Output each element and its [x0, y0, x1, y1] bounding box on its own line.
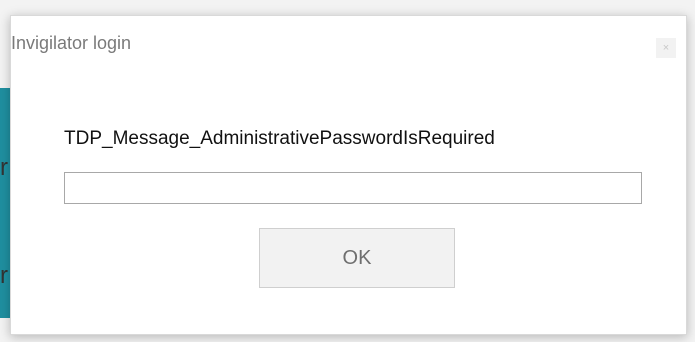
background-text-fragment: r: [0, 262, 8, 289]
close-icon: ×: [662, 42, 670, 54]
close-button[interactable]: ×: [656, 38, 676, 58]
dialog-title-bar[interactable]: Invigilator login ×: [11, 16, 686, 71]
dialog-message: TDP_Message_AdministrativePasswordIsRequ…: [64, 128, 495, 149]
background-text-fragment: r: [0, 154, 8, 181]
dialog-title: Invigilator login: [11, 33, 132, 53]
ok-button[interactable]: OK: [259, 228, 455, 288]
password-input[interactable]: [64, 172, 642, 204]
invigilator-login-dialog: Invigilator login × TDP_Message_Administ…: [10, 15, 687, 335]
